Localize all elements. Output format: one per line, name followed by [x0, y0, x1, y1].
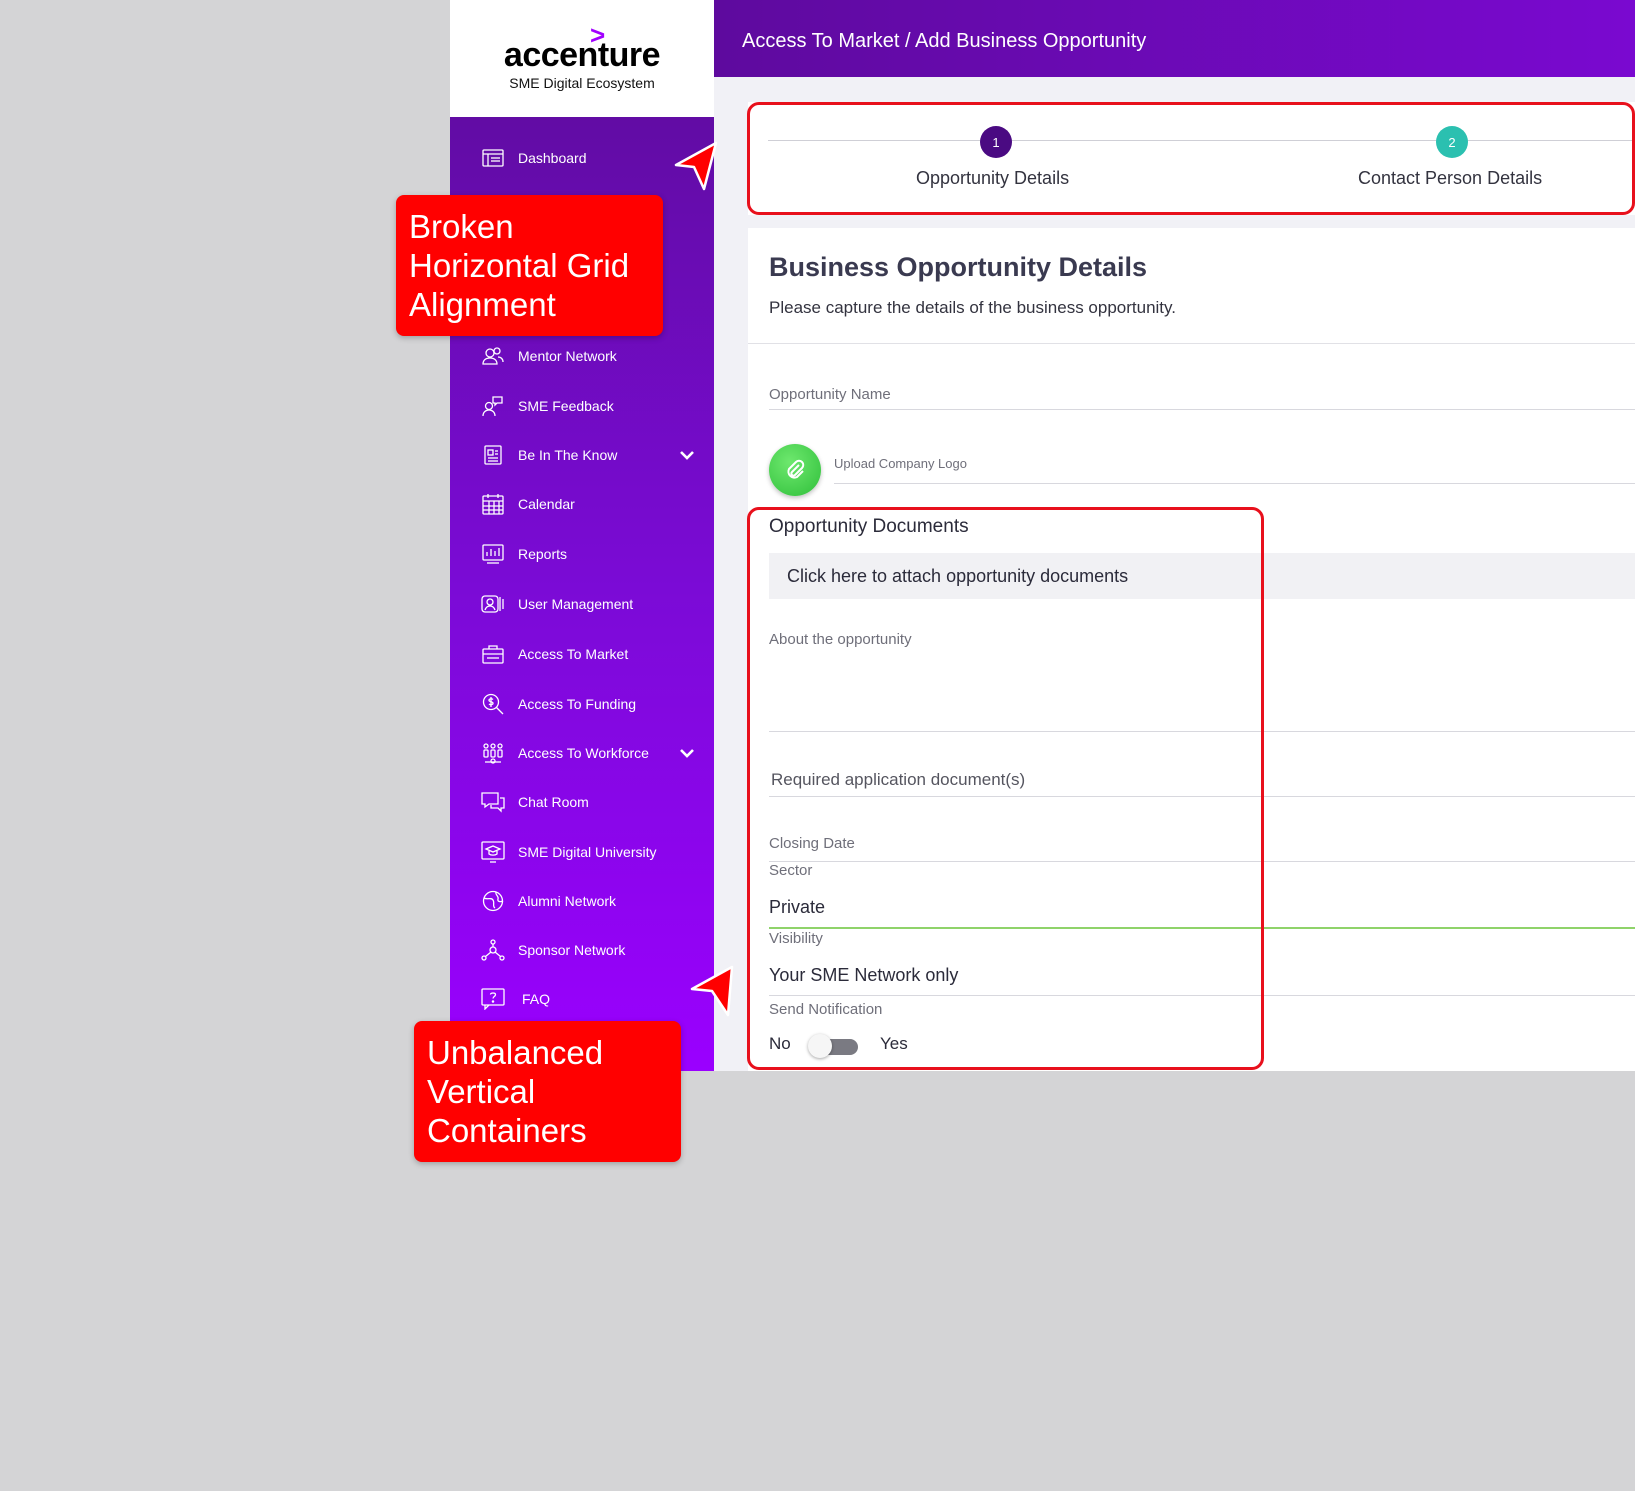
workforce-icon	[480, 741, 506, 765]
sidebar-item-label: SME Feedback	[518, 398, 614, 414]
sidebar-item-label: FAQ	[522, 991, 551, 1007]
header-bar: Access To Market / Add Business Opportun…	[714, 0, 1635, 77]
dashboard-icon	[480, 146, 506, 170]
network-icon	[480, 938, 506, 962]
logo-wordmark: accenture	[503, 36, 661, 74]
sidebar-item-label: SME Digital University	[518, 844, 657, 860]
paperclip-icon	[787, 459, 805, 479]
upload-logo-label: Upload Company Logo	[834, 456, 967, 471]
stepper-highlight-box	[747, 102, 1635, 215]
breadcrumb: Access To Market / Add Business Opportun…	[742, 30, 1147, 52]
sidebar-item-be-in-the-know[interactable]: Be In The Know	[450, 437, 714, 473]
sidebar-item-label: Access To Funding	[518, 696, 637, 712]
briefcase-icon	[480, 642, 506, 666]
arrow-pointer-icon	[674, 141, 718, 191]
sidebar-item-chat-room[interactable]: Chat Room	[450, 784, 714, 820]
sidebar-item-mentor-network[interactable]: Mentor Network	[450, 338, 714, 374]
sidebar-item-calendar[interactable]: Calendar	[450, 486, 714, 522]
sidebar-item-label: Reports	[518, 546, 568, 562]
sidebar-item-user-management[interactable]: User Management	[450, 586, 714, 622]
globe-icon	[480, 889, 506, 913]
arrow-pointer-icon	[690, 965, 734, 1017]
sidebar-item-label: Dashboard	[518, 150, 587, 166]
university-icon	[480, 840, 506, 864]
callout-unbalanced-containers: Unbalanced Vertical Containers	[414, 1021, 681, 1162]
sidebar-item-label: Be In The Know	[518, 447, 618, 463]
callout-broken-grid: Broken Horizontal Grid Alignment	[396, 195, 663, 336]
reports-icon	[480, 542, 506, 566]
feedback-icon	[480, 394, 506, 418]
calendar-icon	[480, 492, 506, 516]
logo-subtitle: SME Digital Ecosystem	[509, 75, 655, 91]
user-management-icon	[480, 592, 506, 616]
sidebar-item-alumni-network[interactable]: Alumni Network	[450, 883, 714, 919]
chat-icon	[480, 790, 506, 814]
logo[interactable]: > accenture SME Digital Ecosystem	[450, 0, 714, 117]
opportunity-name-underline	[769, 409, 1635, 410]
form-subtitle: Please capture the details of the busine…	[769, 298, 1176, 317]
sidebar-item-label: User Management	[518, 596, 634, 612]
funding-icon	[480, 692, 506, 716]
sidebar-item-access-to-funding[interactable]: Access To Funding	[450, 686, 714, 722]
opportunity-name-field[interactable]: Opportunity Name	[769, 386, 891, 403]
sidebar-item-label: Access To Market	[518, 646, 629, 662]
sidebar-item-access-to-workforce[interactable]: Access To Workforce	[450, 735, 714, 771]
sidebar-item-label: Sponsor Network	[518, 942, 626, 958]
sidebar-item-sponsor-network[interactable]: Sponsor Network	[450, 932, 714, 968]
faq-icon	[480, 987, 506, 1011]
chevron-down-icon[interactable]	[678, 446, 696, 464]
sidebar-item-sme-digital-university[interactable]: SME Digital University	[450, 834, 714, 870]
chevron-down-icon[interactable]	[678, 744, 696, 762]
documents-highlight-box	[747, 507, 1264, 1070]
sidebar-item-access-to-market[interactable]: Access To Market	[450, 636, 714, 672]
sidebar-item-label: Mentor Network	[518, 348, 617, 364]
news-icon	[480, 443, 506, 467]
sidebar-item-sme-feedback[interactable]: SME Feedback	[450, 388, 714, 424]
divider	[748, 343, 1635, 344]
sidebar-item-faq[interactable]: FAQ	[450, 981, 714, 1017]
sidebar-item-label: Alumni Network	[518, 893, 617, 909]
sidebar-item-reports[interactable]: Reports	[450, 536, 714, 572]
sidebar-item-label: Access To Workforce	[518, 745, 649, 761]
sidebar-item-label: Calendar	[518, 496, 575, 512]
upload-logo-underline	[834, 483, 1635, 484]
form-title: Business Opportunity Details	[769, 252, 1148, 282]
sidebar-item-label: Chat Room	[518, 794, 589, 810]
upload-logo-button[interactable]	[769, 444, 821, 496]
users-icon	[480, 344, 506, 368]
